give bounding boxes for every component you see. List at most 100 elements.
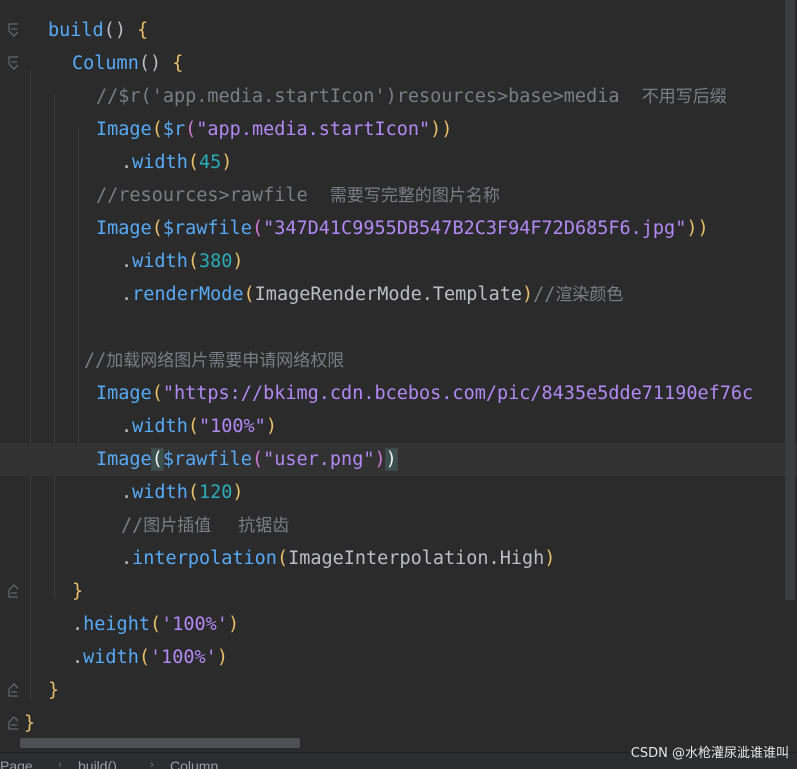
code-token: Image bbox=[96, 119, 152, 140]
code-token: ( bbox=[151, 119, 163, 140]
code-text: //图片插值 抗锯齿 bbox=[121, 509, 289, 543]
horizontal-scrollbar[interactable] bbox=[20, 738, 300, 748]
code-token: ( bbox=[251, 218, 264, 239]
code-text: //加载网络图片需要申请网络权限 bbox=[84, 344, 344, 378]
code-token: } bbox=[24, 713, 36, 734]
code-token: 渲染颜色 bbox=[555, 285, 624, 305]
code-token: ImageRenderMode.Template bbox=[254, 284, 522, 305]
code-text: .width(380) bbox=[121, 245, 244, 278]
code-token: ( bbox=[151, 383, 163, 404]
code-line[interactable]: Image($rawfile("user.png")) bbox=[0, 443, 797, 476]
code-editor[interactable]: build() {Column() {//$r('app.media.start… bbox=[0, 0, 797, 769]
code-token: ( bbox=[138, 647, 150, 668]
code-token: width bbox=[132, 251, 188, 272]
code-token: width bbox=[132, 416, 188, 437]
code-token: "347D41C9955DB547B2C3F94F72D685F6.jpg" bbox=[263, 218, 687, 239]
code-token: '100%' bbox=[161, 614, 228, 635]
code-line[interactable]: //加载网络图片需要申请网络权限 bbox=[0, 344, 797, 377]
code-token: )) bbox=[686, 218, 709, 239]
code-line[interactable]: Image("https://bkimg.cdn.bcebos.com/pic/… bbox=[0, 377, 797, 410]
code-token: ( bbox=[149, 614, 162, 635]
code-token: Image bbox=[96, 383, 152, 404]
code-line[interactable]: .width('100%') bbox=[0, 641, 797, 674]
code-line[interactable]: .width(380) bbox=[0, 245, 797, 278]
code-line[interactable]: } bbox=[0, 707, 797, 740]
code-token: height bbox=[83, 614, 150, 635]
code-token: //$r('app.media.startIcon')resources>bas… bbox=[96, 86, 642, 107]
code-token: ) bbox=[221, 152, 233, 173]
code-line[interactable]: Image($rawfile("347D41C9955DB547B2C3F94F… bbox=[0, 212, 797, 245]
code-token: } bbox=[48, 680, 60, 701]
code-token: () bbox=[138, 53, 173, 74]
code-line[interactable]: .renderMode(ImageRenderMode.Template)//渲… bbox=[0, 278, 797, 311]
code-token: ) bbox=[374, 449, 386, 470]
code-line[interactable]: Column() { bbox=[0, 47, 797, 80]
code-text: //resources>rawfile 需要写完整的图片名称 bbox=[96, 179, 500, 213]
code-line[interactable]: .height('100%') bbox=[0, 608, 797, 641]
code-line[interactable]: //图片插值 抗锯齿 bbox=[0, 509, 797, 542]
code-token: ( bbox=[187, 416, 199, 437]
code-text: .height('100%') bbox=[72, 608, 239, 641]
code-token: renderMode bbox=[132, 284, 244, 305]
vertical-scrollbar[interactable] bbox=[785, 0, 795, 600]
breadcrumb-item-column[interactable]: Column bbox=[170, 758, 218, 769]
code-line[interactable]: } bbox=[0, 674, 797, 707]
code-token: . bbox=[121, 284, 133, 305]
code-token: . bbox=[72, 647, 84, 668]
code-token: . bbox=[121, 548, 133, 569]
code-token: Column bbox=[72, 53, 139, 74]
code-token: 加载网络图片需要申请网络权限 bbox=[106, 351, 345, 371]
code-line[interactable]: } bbox=[0, 575, 797, 608]
code-token: ) bbox=[232, 251, 244, 272]
code-line[interactable]: //resources>rawfile 需要写完整的图片名称 bbox=[0, 179, 797, 212]
code-token: ( bbox=[187, 152, 199, 173]
code-line[interactable] bbox=[0, 311, 797, 344]
code-token: () bbox=[103, 20, 138, 41]
code-token: . bbox=[72, 614, 84, 635]
code-token: "user.png" bbox=[263, 449, 375, 470]
breadcrumb-item-page[interactable]: Page bbox=[0, 758, 33, 769]
code-token: ( bbox=[187, 251, 199, 272]
code-line[interactable]: .width(120) bbox=[0, 476, 797, 509]
code-line[interactable]: .interpolation(ImageInterpolation.High) bbox=[0, 542, 797, 575]
code-token: ( bbox=[243, 284, 255, 305]
code-token: 不用写后缀 bbox=[641, 87, 727, 107]
code-line[interactable]: //$r('app.media.startIcon')resources>bas… bbox=[0, 80, 797, 113]
code-text: Image($r("app.media.startIcon")) bbox=[96, 113, 452, 146]
code-text: Image("https://bkimg.cdn.bcebos.com/pic/… bbox=[96, 377, 753, 410]
code-text: .interpolation(ImageInterpolation.High) bbox=[121, 542, 555, 575]
code-token: . bbox=[121, 416, 133, 437]
code-line[interactable]: build() { bbox=[0, 14, 797, 47]
breadcrumb-item-build[interactable]: build() bbox=[78, 758, 117, 769]
code-line[interactable]: .width(45) bbox=[0, 146, 797, 179]
code-line[interactable]: Image($r("app.media.startIcon")) bbox=[0, 113, 797, 146]
code-line[interactable]: .width("100%") bbox=[0, 410, 797, 443]
code-token: 需要写完整的图片名称 bbox=[329, 186, 500, 206]
code-token: ) bbox=[232, 482, 244, 503]
code-token: "app.media.startIcon" bbox=[196, 119, 431, 140]
code-text: } bbox=[24, 707, 35, 740]
code-token: { bbox=[137, 20, 149, 41]
code-token: // bbox=[121, 515, 144, 536]
code-token: '100%' bbox=[149, 647, 217, 668]
code-token: ( bbox=[151, 218, 163, 239]
code-token: { bbox=[172, 53, 184, 74]
code-token: width bbox=[132, 152, 188, 173]
code-token: Image bbox=[96, 218, 152, 239]
code-token: width bbox=[83, 647, 139, 668]
code-token: $rawfile bbox=[162, 449, 252, 470]
code-token: )) bbox=[430, 119, 453, 140]
code-text: .renderMode(ImageRenderMode.Template)//渲… bbox=[121, 278, 623, 312]
code-token: 380 bbox=[198, 251, 233, 272]
code-token: ( bbox=[187, 482, 199, 503]
chevron-right-icon: › bbox=[58, 759, 62, 769]
code-token: ) bbox=[216, 647, 228, 668]
code-token: "100%" bbox=[198, 416, 266, 437]
code-text: .width("100%") bbox=[121, 410, 277, 443]
code-token: Image bbox=[96, 449, 152, 470]
code-token: 图片插值 抗锯齿 bbox=[143, 516, 290, 536]
code-token: ) bbox=[384, 448, 398, 471]
code-token: ) bbox=[227, 614, 240, 635]
code-text: .width(45) bbox=[121, 146, 232, 179]
code-token: $r bbox=[162, 119, 186, 140]
